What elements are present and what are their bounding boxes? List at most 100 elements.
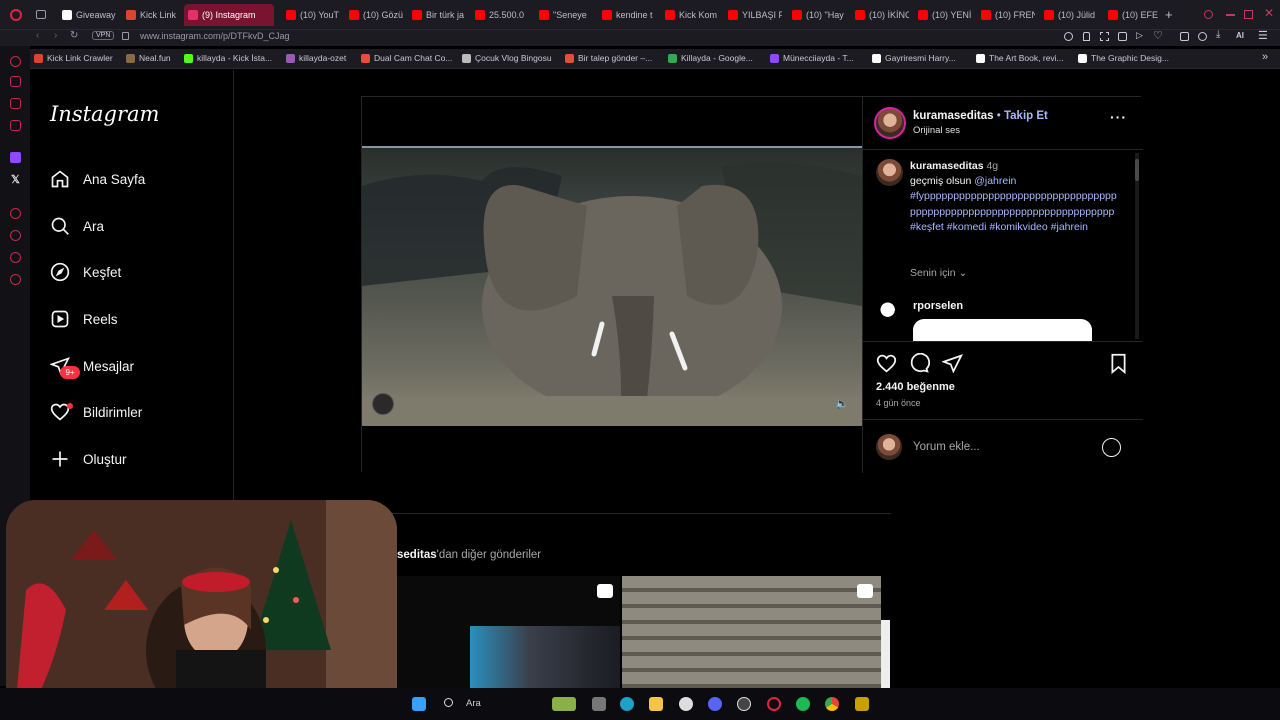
author-username[interactable]: kuramaseditas [913, 110, 994, 122]
share-icon[interactable] [942, 353, 963, 374]
bookmark-item[interactable]: killayda-ozet [286, 53, 346, 63]
nav-explore[interactable]: Keşfet [50, 257, 121, 287]
bookmark-item[interactable]: Gayriresmi Harry... [872, 53, 956, 63]
pin-icon[interactable] [1083, 32, 1090, 41]
nav-home[interactable]: Ana Sayfa [50, 164, 145, 194]
more-post-thumb-2[interactable] [622, 576, 881, 688]
edge-icon[interactable] [620, 697, 634, 711]
zoom-icon[interactable] [1064, 32, 1073, 41]
browser-tab[interactable]: (10) FREN [977, 4, 1035, 26]
bookmark-item[interactable]: Kick Link Crawler [34, 53, 113, 63]
likes-count[interactable]: 2.440 beğenme [876, 381, 955, 393]
reload-icon[interactable]: ↻ [70, 30, 78, 41]
bookmark-item[interactable]: Bir talep gönder –... [565, 53, 652, 63]
nav-reels[interactable]: Reels [50, 304, 118, 334]
bookmark-item[interactable]: Çocuk Vlog Bingosu [462, 53, 552, 63]
opera-taskbar-icon[interactable] [767, 697, 781, 711]
url-field[interactable]: www.instagram.com/p/DTFkvD_CJag [140, 31, 290, 41]
bookmark-item[interactable]: Dual Cam Chat Co... [361, 53, 452, 63]
browser-tab[interactable]: "Seneye [535, 4, 593, 26]
commenter-avatar[interactable] [876, 298, 902, 324]
steam-icon[interactable] [679, 697, 693, 711]
menu-icon[interactable]: ☰ [1258, 29, 1268, 42]
browser-tab[interactable]: (10) "Hay [788, 4, 846, 26]
browser-tab[interactable]: (10) İKİNC [851, 4, 909, 26]
author-avatar[interactable] [874, 107, 906, 139]
browser-tab[interactable]: (10) Jülid [1040, 4, 1098, 26]
opera-logo-icon[interactable] [10, 9, 22, 21]
browser-tab[interactable]: (10) YENİ [914, 4, 972, 26]
forward-icon[interactable]: › [54, 30, 57, 41]
bookmark-item[interactable]: The Graphic Desig... [1078, 53, 1169, 63]
nav-create[interactable]: Oluştur [50, 444, 127, 474]
maximize-button[interactable] [1244, 10, 1253, 19]
post-video[interactable]: 🔈 [362, 97, 862, 473]
back-icon[interactable]: ‹ [36, 30, 39, 41]
snapshot-icon[interactable] [1100, 32, 1109, 41]
video-user-tag-icon[interactable] [372, 393, 394, 415]
minimize-button[interactable] [1226, 14, 1235, 16]
more-posts-user[interactable]: seditas [397, 549, 437, 561]
account-icon[interactable] [1198, 32, 1207, 41]
aria-icon[interactable] [10, 76, 21, 87]
workspace-icon[interactable] [10, 56, 21, 67]
adblock-icon[interactable] [1118, 32, 1127, 41]
see-translation[interactable]: Senin için ⌄ [910, 267, 967, 279]
comment-input[interactable]: Yorum ekle... [913, 441, 980, 453]
follow-button[interactable]: Takip Et [1004, 110, 1048, 122]
browser-tab[interactable]: (10) YouT [282, 4, 340, 26]
browser-tab[interactable]: Kick Link [122, 4, 180, 26]
download-icon[interactable]: ⤓ [1216, 29, 1220, 40]
downloads-panel-icon[interactable] [10, 252, 21, 263]
instagram-logo[interactable]: Instagram [50, 102, 159, 126]
bookmark-item[interactable]: The Art Book, revi... [976, 53, 1064, 63]
caption-mention[interactable]: @jahrein [974, 175, 1016, 187]
favorites-icon[interactable]: ♡ [1153, 29, 1163, 42]
bookmark-item[interactable]: Münecciiayda - T... [770, 53, 854, 63]
bookmark-item[interactable]: killayda - Kick İsta... [184, 53, 272, 63]
browser-tab[interactable]: Kick Kom [661, 4, 719, 26]
extensions-icon[interactable] [1180, 32, 1189, 41]
bookmarks-overflow-icon[interactable]: » [1262, 51, 1268, 63]
tab-manager-icon[interactable] [36, 10, 46, 19]
ai-button[interactable]: AI [1236, 31, 1244, 40]
spotify-icon[interactable] [796, 697, 810, 711]
nav-notifications[interactable]: Bildirimler [50, 397, 142, 427]
bookmark-item[interactable]: Killayda - Google... [668, 53, 753, 63]
search-tabs-icon[interactable] [1204, 10, 1213, 19]
messenger-panel-icon[interactable] [10, 98, 21, 109]
save-icon[interactable] [1109, 353, 1128, 374]
browser-tab[interactable]: YILBAŞI F [724, 4, 782, 26]
caption-avatar[interactable] [876, 159, 903, 186]
history-panel-icon[interactable] [10, 230, 21, 241]
browser-tab[interactable]: (9) Instagram [184, 4, 274, 26]
settings-panel-icon[interactable] [10, 274, 21, 285]
nav-search[interactable]: Ara [50, 211, 104, 241]
x-panel-icon[interactable]: 𝕏 [11, 173, 20, 186]
like-icon[interactable] [876, 353, 897, 374]
browser-tab[interactable]: kendine t [598, 4, 656, 26]
file-explorer-icon[interactable] [649, 697, 663, 711]
task-view-icon[interactable] [592, 697, 606, 711]
obs-icon[interactable] [737, 697, 751, 711]
player-icon[interactable]: ▷ [1136, 30, 1143, 41]
caption-author[interactable]: kuramaseditas [910, 160, 984, 172]
comments-scrollbar[interactable] [1135, 153, 1139, 339]
discord-icon[interactable] [708, 697, 722, 711]
more-post-thumb-1[interactable] [397, 576, 620, 688]
volume-icon[interactable]: 🔈 [835, 397, 849, 410]
player-panel-icon[interactable] [10, 208, 21, 219]
comment-username[interactable]: rporselen [913, 300, 963, 312]
start-button[interactable] [412, 697, 426, 711]
chrome-icon[interactable] [825, 697, 839, 711]
bookmark-item[interactable]: Neal.fun [126, 53, 171, 63]
new-tab-button[interactable]: + [1165, 7, 1173, 22]
widget-icon[interactable] [552, 697, 576, 711]
audio-label[interactable]: Orijinal ses [913, 125, 960, 136]
more-options-icon[interactable]: ··· [1110, 109, 1127, 125]
browser-tab[interactable]: Giveaway [58, 4, 118, 26]
vpn-badge[interactable]: VPN [92, 31, 115, 40]
my-avatar[interactable] [876, 434, 902, 460]
caption-hashtags[interactable]: #fyppppppppppppppppppppppppppppppppppppp… [910, 190, 1117, 232]
browser-tab[interactable]: Bir türk ja [408, 4, 466, 26]
